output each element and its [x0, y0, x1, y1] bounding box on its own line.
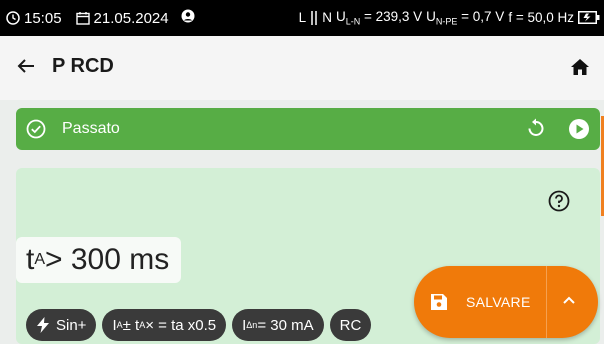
- redo-icon[interactable]: [525, 117, 547, 139]
- phase-indicator-icon: [311, 10, 317, 25]
- help-circle-icon[interactable]: [548, 190, 570, 212]
- lightning-icon: [37, 317, 49, 333]
- rated-current-chip[interactable]: I Δn = 30 mA: [232, 309, 324, 341]
- main-result: tA > 300 ms: [16, 237, 182, 283]
- home-icon[interactable]: [570, 58, 590, 76]
- parameter-chips: Sin+ I A ± t A × = ta x0.5 I Δn = 30 mA RC: [26, 309, 372, 341]
- rcd-type-chip[interactable]: RC: [329, 309, 372, 341]
- user-icon: [181, 9, 195, 23]
- page-title: P RCD: [52, 55, 114, 77]
- arrow-left-icon[interactable]: [16, 56, 36, 76]
- status-date: 21.05.2024: [93, 9, 169, 27]
- calendar-icon: [75, 12, 90, 25]
- check-circle-icon: [26, 119, 46, 139]
- save-fab[interactable]: SALVARE: [414, 266, 598, 338]
- measurement-readout: L N UL-N = 239,3 V UN-PE = 0,7 V f = 50,…: [298, 9, 574, 27]
- chevron-up-icon[interactable]: [562, 295, 576, 305]
- save-icon: [431, 294, 447, 310]
- save-button-label: SALVARE: [466, 294, 531, 310]
- result-label: Passato: [62, 120, 120, 137]
- status-bar: 15:05 21.05.2024 L N UL-N = 239,3 V UN-P…: [0, 0, 604, 36]
- fab-divider: [546, 266, 547, 338]
- multiplier-chip[interactable]: I A ± t A × = ta x0.5: [102, 309, 227, 341]
- battery-icon: [578, 11, 600, 24]
- frequency-readout: f = 50,0 Hz: [508, 10, 574, 26]
- result-banner: Passato: [16, 108, 600, 150]
- play-icon[interactable]: [569, 119, 589, 139]
- status-time: 15:05: [24, 9, 62, 27]
- clock-icon: [6, 11, 20, 25]
- waveform-chip[interactable]: Sin+: [26, 309, 97, 341]
- app-header: P RCD: [0, 36, 604, 100]
